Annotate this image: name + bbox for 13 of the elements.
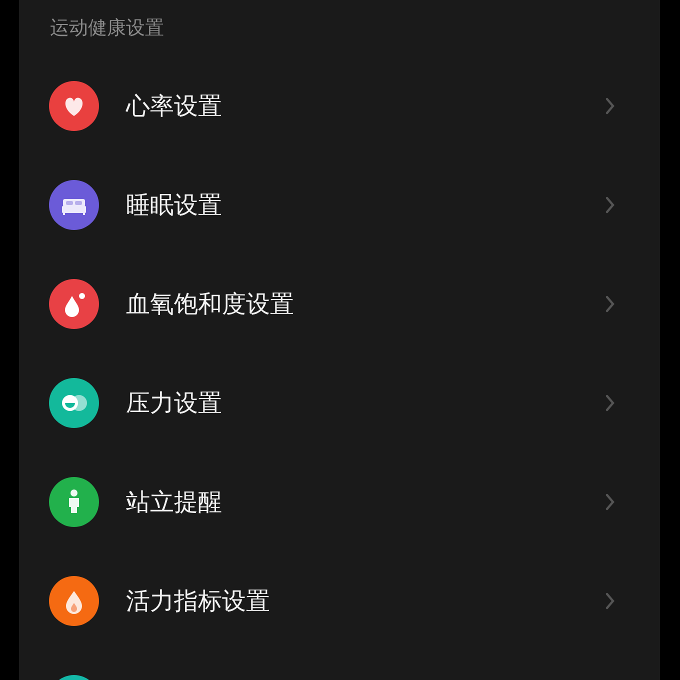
section-title: 运动健康设置 — [50, 16, 164, 41]
chevron-icon — [604, 96, 616, 114]
setting-label[interactable]: 压力设置 — [126, 384, 604, 420]
setting-label[interactable]: 睡眠设置 — [126, 186, 604, 222]
chevron-icon — [604, 592, 616, 610]
chevron-icon — [604, 394, 616, 412]
chevron-icon — [604, 196, 616, 214]
setting-label[interactable]: 心率设置 — [126, 88, 604, 124]
setting-label[interactable]: 站立提醒 — [126, 484, 604, 520]
setting-label[interactable]: 活力指标设置 — [126, 582, 604, 618]
chevron-icon — [604, 492, 616, 510]
setting-label[interactable]: 血氧饱和度设置 — [126, 286, 604, 322]
chevron-icon — [604, 294, 616, 312]
